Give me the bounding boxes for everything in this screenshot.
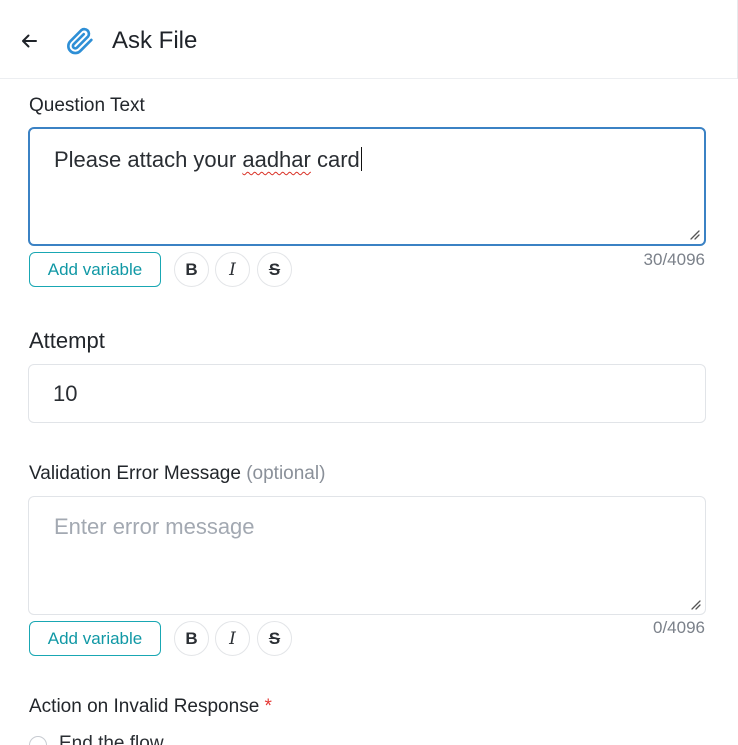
character-counter: 0/4096 [653, 618, 705, 637]
strikethrough-button[interactable]: S [257, 621, 292, 656]
resize-grip-icon[interactable] [689, 598, 701, 610]
add-variable-button[interactable]: Add variable [29, 621, 161, 656]
attempt-label: Attempt [29, 328, 105, 353]
page-title: Ask File [112, 27, 198, 54]
add-variable-button[interactable]: Add variable [29, 252, 161, 287]
arrow-left-icon [22, 34, 37, 48]
question-text-label: Question Text [29, 95, 145, 116]
validation-error-input[interactable]: Enter error message [28, 496, 706, 615]
bold-button[interactable]: B [174, 252, 209, 287]
radio-label: End the flow [59, 733, 164, 745]
bold-button[interactable]: B [174, 621, 209, 656]
attempt-input[interactable]: 10 [28, 364, 706, 423]
optional-hint: (optional) [246, 463, 326, 484]
italic-button[interactable]: I [215, 621, 250, 656]
paperclip-icon [67, 27, 93, 55]
question-text-input[interactable]: Please attach your aadhar card [28, 127, 706, 246]
radio-button[interactable] [29, 736, 47, 745]
question-text-value: Please attach your aadhar card [54, 147, 362, 172]
attempt-value: 10 [53, 381, 78, 406]
character-counter: 30/4096 [643, 250, 705, 269]
text-caret [360, 147, 362, 171]
required-mark: * [264, 696, 272, 717]
back-button[interactable] [14, 26, 44, 56]
validation-error-label: Validation Error Message (optional) [29, 463, 326, 484]
resize-grip-icon[interactable] [688, 228, 700, 240]
validation-error-placeholder: Enter error message [54, 514, 255, 539]
header: Ask File [0, 0, 738, 79]
italic-button[interactable]: I [215, 252, 250, 287]
action-invalid-label: Action on Invalid Response * [29, 696, 272, 717]
strikethrough-button[interactable]: S [257, 252, 292, 287]
radio-option-end-flow[interactable]: End the flow [29, 732, 164, 745]
